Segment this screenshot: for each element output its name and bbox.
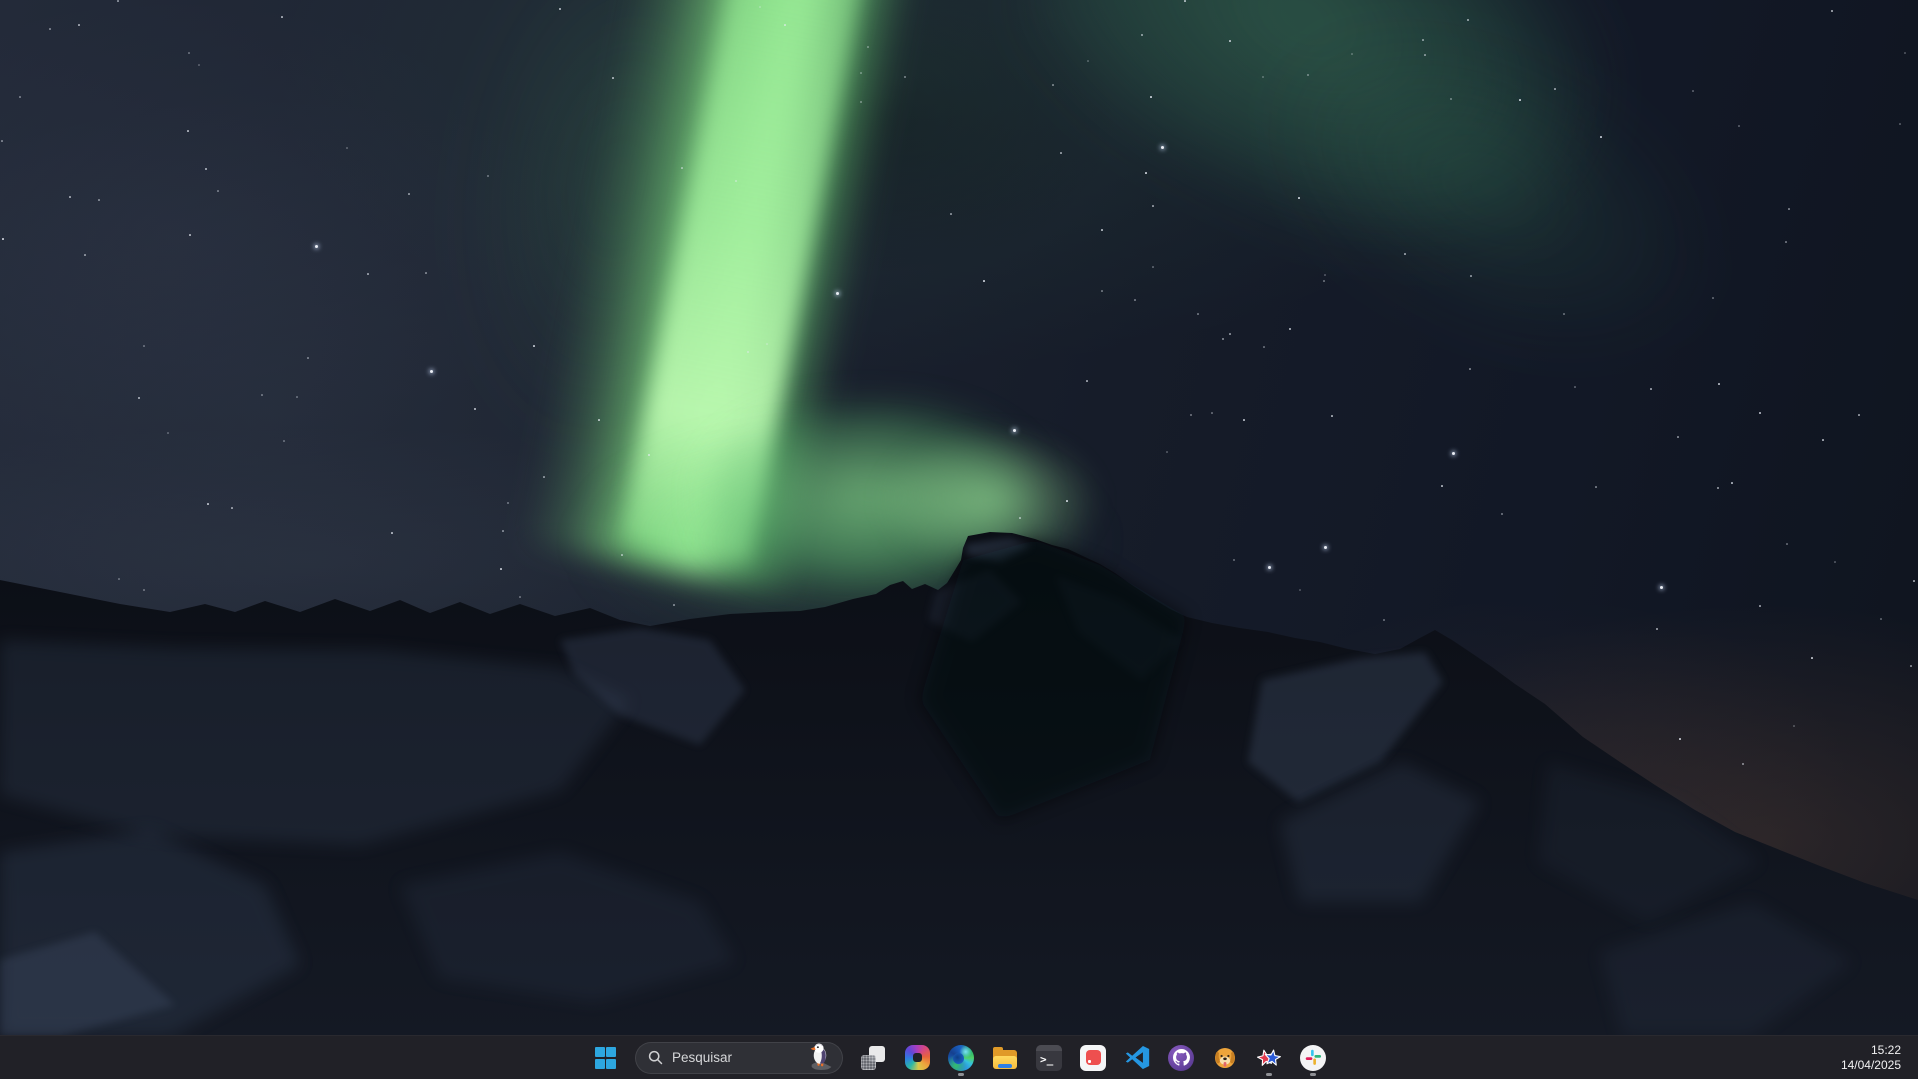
- running-indicator: [1310, 1073, 1316, 1076]
- windows-logo-icon: [595, 1047, 616, 1068]
- edge-browser-icon: [948, 1045, 974, 1071]
- task-view-icon: [861, 1046, 885, 1070]
- taskbar-clock[interactable]: 15:22 14/04/2025: [1841, 1036, 1918, 1079]
- taskbar-app-red-notes[interactable]: [1073, 1038, 1113, 1078]
- taskbar-app-task-view[interactable]: [853, 1038, 893, 1078]
- taskbar-app-slack[interactable]: [1293, 1038, 1333, 1078]
- taskbar-app-terminal[interactable]: >_: [1029, 1038, 1069, 1078]
- taskbar: Pesquisar: [0, 1035, 1918, 1079]
- search-placeholder: Pesquisar: [672, 1050, 732, 1065]
- red-square-tile-icon: [1080, 1045, 1106, 1071]
- clock-date: 14/04/2025: [1841, 1058, 1901, 1073]
- vscode-icon: [1125, 1045, 1150, 1070]
- search-box[interactable]: Pesquisar: [635, 1042, 843, 1074]
- taskbar-app-github-desktop[interactable]: [1161, 1038, 1201, 1078]
- slack-icon: [1300, 1045, 1326, 1071]
- folder-icon: [992, 1047, 1018, 1069]
- terminal-icon: >_: [1036, 1045, 1062, 1071]
- running-indicator: [958, 1073, 964, 1076]
- running-indicator: [1266, 1073, 1272, 1076]
- taskbar-app-star[interactable]: [1249, 1038, 1289, 1078]
- clock-time: 15:22: [1871, 1043, 1901, 1058]
- taskbar-app-file-explorer[interactable]: [985, 1038, 1025, 1078]
- puffin-bird-image: [808, 1042, 834, 1071]
- desktop[interactable]: Pesquisar: [0, 0, 1918, 1079]
- taskbar-app-copilot[interactable]: [897, 1038, 937, 1078]
- taskbar-app-vscode[interactable]: [1117, 1038, 1157, 1078]
- taskbar-app-edge[interactable]: [941, 1038, 981, 1078]
- dog-face-icon: [1212, 1045, 1238, 1071]
- taskbar-app-dog[interactable]: [1205, 1038, 1245, 1078]
- mountain-silhouette: [0, 0, 1918, 1079]
- red-blue-stars-icon: [1256, 1045, 1282, 1071]
- start-button[interactable]: [585, 1038, 625, 1078]
- copilot-icon: [905, 1045, 930, 1070]
- github-octocat-icon: [1168, 1045, 1194, 1071]
- search-icon: [648, 1050, 663, 1065]
